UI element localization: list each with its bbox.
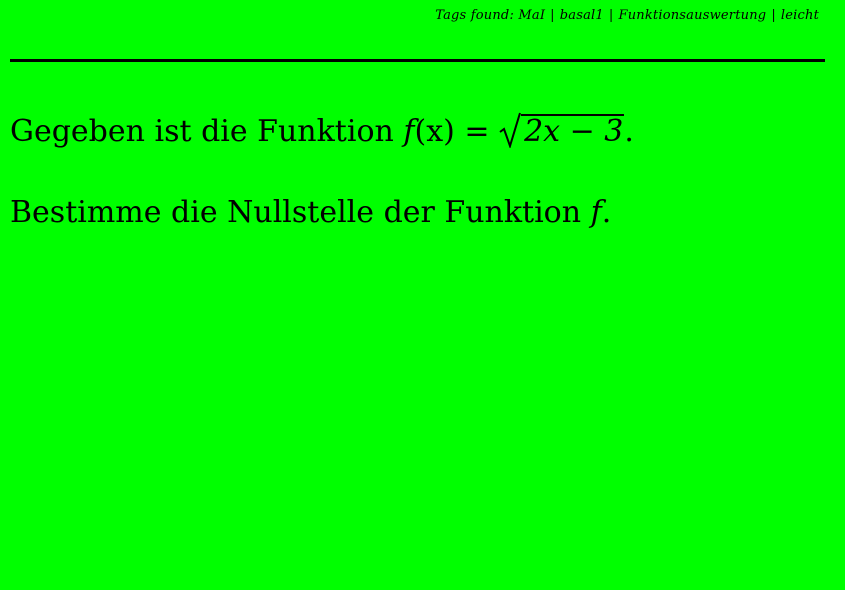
- equals-sign: =: [464, 114, 490, 149]
- tags-prefix: Tags found:: [435, 8, 515, 23]
- tag-separator: |: [550, 8, 555, 23]
- tag-separator: |: [771, 8, 776, 23]
- intro-text: Gegeben ist die Funktion: [10, 114, 394, 149]
- function-argument: (x): [414, 114, 455, 149]
- header-rule: [10, 59, 825, 62]
- question-text: Bestimme die Nullstelle der Funktion: [10, 195, 582, 230]
- question-end: .: [601, 195, 612, 230]
- worksheet-page: Tags found: MaI | basal1 | Funktionsauswertu…: [0, 0, 845, 590]
- question-symbol: f: [590, 195, 602, 230]
- task-question: Bestimme die Nullstelle der Funktion f.: [10, 196, 611, 230]
- tag-item: leicht: [780, 8, 819, 23]
- tag-separator: |: [608, 8, 614, 23]
- task-statement: Gegeben ist die Funktion f(x) = 2x − 3 .: [10, 112, 634, 149]
- tags-line: Tags found: MaI | basal1 | Funktionsauswertu…: [435, 8, 819, 23]
- tag-item: basal1: [559, 8, 604, 23]
- end-punctuation: .: [624, 114, 634, 149]
- function-name: f: [403, 114, 415, 149]
- square-root: 2x − 3: [499, 112, 625, 149]
- radical-sign-icon: [499, 112, 522, 148]
- radicand: 2x − 3: [521, 114, 625, 147]
- tag-item: MaI: [518, 8, 546, 23]
- tag-item: Funktionsauswertung: [618, 8, 767, 23]
